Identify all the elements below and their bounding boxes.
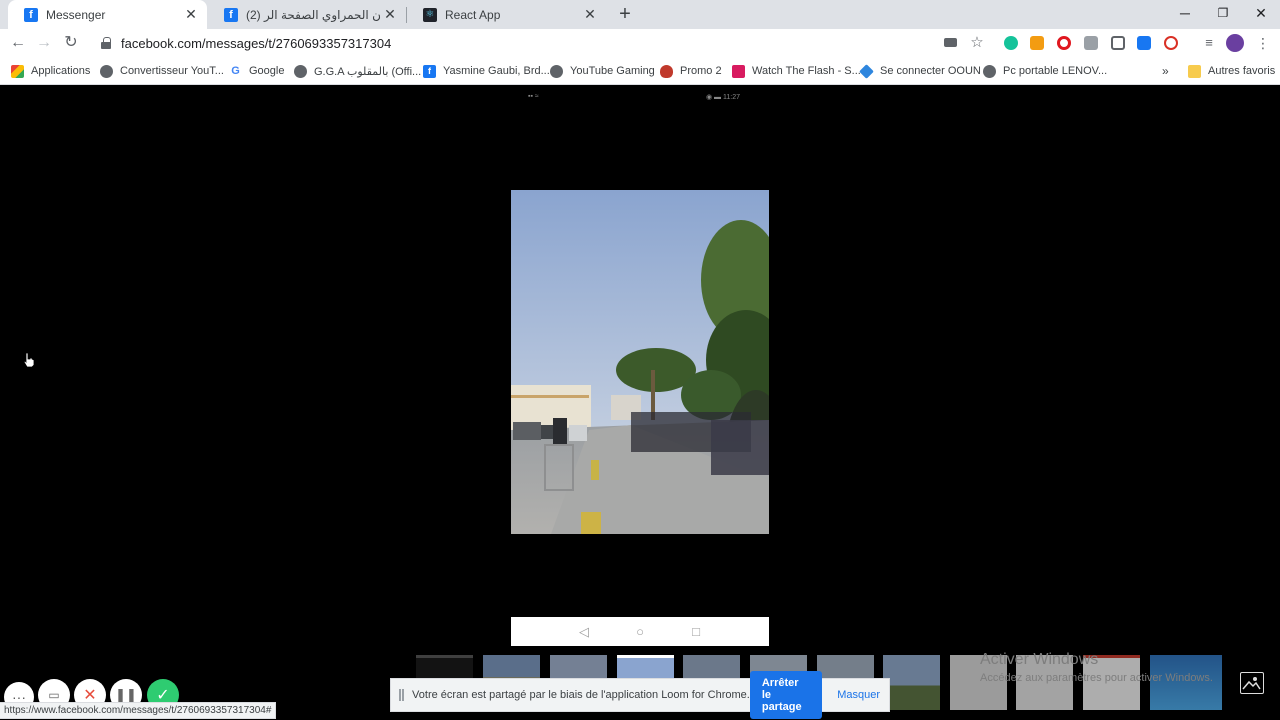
bookmark-red-icon	[732, 64, 745, 78]
stop-sharing-button[interactable]: Arrêter le partage	[749, 671, 823, 719]
tab-title: (2) محمد ريان الحمراوي الصفحة الر	[246, 7, 382, 22]
forward-button[interactable]: →	[33, 32, 55, 54]
status-url-bubble: https://www.facebook.com/messages/t/2760…	[0, 702, 277, 719]
bookmark-label: Watch The Flash - S...	[752, 65, 861, 77]
apps-grid-icon	[11, 64, 24, 78]
folder-icon	[1188, 64, 1201, 78]
close-tab-icon[interactable]: ✕	[582, 6, 598, 23]
tab-facebook-page[interactable]: f (2) محمد ريان الحمراوي الصفحة الر ✕	[208, 0, 406, 29]
bookmark-label: Yasmine Gaubi, Brd...	[443, 65, 550, 77]
phone-nav-bar: ◁ ○ □	[511, 617, 769, 646]
globe-icon	[550, 64, 563, 78]
restore-button[interactable]: ❐	[1204, 0, 1242, 29]
bookmark-oun[interactable]: Se connecter OOUN	[859, 62, 981, 80]
phone-time: 11:27	[723, 94, 740, 101]
bookmark-youtube-gaming[interactable]: YouTube Gaming	[550, 62, 655, 80]
bookmark-google[interactable]: G Google	[229, 62, 284, 80]
street-photo-image	[511, 190, 769, 534]
bookmark-lenovo[interactable]: Pc portable LENOV...	[983, 62, 1107, 80]
lock-icon	[101, 37, 111, 49]
bookmark-label: Convertisseur YouT...	[120, 65, 224, 77]
bookmark-yasmine[interactable]: f Yasmine Gaubi, Brd...	[423, 62, 550, 80]
address-bar[interactable]: facebook.com/messages/t/2760693357317304	[92, 30, 992, 56]
tab-title: Messenger	[46, 7, 106, 22]
extension-cube-icon[interactable]	[1084, 36, 1098, 50]
media-control-icon[interactable]: ≡	[1198, 32, 1220, 54]
tab-messenger[interactable]: f Messenger ✕	[8, 0, 207, 29]
gallery-icon[interactable]	[1240, 672, 1264, 694]
menu-icon[interactable]: ⋮	[1252, 32, 1274, 54]
bookmark-label: G.G.A بالمقلوب (Offi...	[314, 65, 422, 78]
back-triangle-icon: ◁	[579, 623, 589, 639]
puzzle-icon	[859, 63, 874, 79]
url-text: facebook.com/messages/t/2760693357317304	[121, 35, 392, 51]
new-tab-button[interactable]: +	[614, 3, 636, 25]
drag-handle-icon[interactable]	[399, 689, 405, 701]
bookmark-promo2[interactable]: Promo 2	[660, 62, 722, 80]
facebook-icon: f	[224, 7, 238, 22]
thumbnail[interactable]	[883, 655, 940, 710]
bookmark-label: Promo 2	[680, 65, 722, 77]
screen-share-banner: Votre écran est partagé par le biais de …	[390, 671, 890, 719]
tab-title: React App	[445, 7, 501, 22]
globe-icon	[294, 64, 307, 78]
bookmark-label: Autres favoris	[1208, 65, 1276, 77]
minimize-button[interactable]: ─	[1166, 0, 1204, 29]
image-icon	[1242, 677, 1261, 690]
bookmark-convertisseur[interactable]: Convertisseur YouT...	[100, 62, 224, 80]
mask-icon	[660, 64, 673, 78]
camera-icon[interactable]	[944, 38, 957, 47]
shared-photo[interactable]	[511, 190, 769, 534]
globe-icon	[983, 64, 996, 78]
home-circle-icon: ○	[636, 624, 644, 639]
windows-activation-subtitle: Accédez aux paramètres pour activer Wind…	[980, 672, 1213, 684]
bookmark-gga[interactable]: G.G.A بالمقلوب (Offi...	[294, 62, 421, 80]
phone-battery-time: ◉ ▬ 11:27	[706, 94, 740, 101]
close-tab-icon[interactable]: ✕	[183, 6, 199, 23]
bookmark-label: Applications	[31, 65, 91, 77]
bookmark-label: YouTube Gaming	[570, 65, 655, 77]
globe-icon	[100, 64, 113, 78]
react-icon: ⚛	[423, 7, 437, 22]
grammarly-icon[interactable]	[1004, 36, 1018, 50]
bookmark-label: Se connecter OOUN	[880, 65, 981, 77]
close-window-button[interactable]: ✕	[1242, 0, 1280, 29]
reload-button[interactable]: ↻	[60, 32, 82, 54]
extension-window-icon[interactable]	[1111, 36, 1125, 50]
extension-key-icon[interactable]	[1030, 36, 1044, 50]
share-message: Votre écran est partagé par le biais de …	[412, 689, 750, 701]
bookmark-label: Pc portable LENOV...	[1003, 65, 1108, 77]
bookmark-label: Google	[249, 65, 285, 77]
tab-react-app[interactable]: ⚛ React App ✕	[407, 0, 606, 29]
facebook-icon: f	[24, 7, 38, 22]
other-bookmarks-folder[interactable]: Autres favoris	[1188, 62, 1275, 80]
opera-icon[interactable]	[1057, 36, 1071, 50]
phone-signal-icon: ▪▪ ≈	[528, 93, 539, 100]
avatar[interactable]	[1226, 34, 1244, 52]
browser-toolbar: ← → ↻ facebook.com/messages/t/2760693357…	[0, 29, 1280, 57]
loom-icon[interactable]	[1164, 36, 1178, 50]
bookmarks-overflow-button[interactable]: »	[1162, 62, 1169, 80]
bookmark-the-flash[interactable]: Watch The Flash - S...	[732, 62, 861, 80]
facebook-ext-icon[interactable]	[1137, 36, 1151, 50]
facebook-icon: f	[423, 64, 436, 78]
tab-strip: f Messenger ✕ f (2) محمد ريان الحمراوي ا…	[0, 0, 1280, 29]
bookmark-applications[interactable]: Applications	[11, 62, 90, 80]
back-button[interactable]: ←	[7, 32, 29, 54]
google-icon: G	[229, 64, 242, 78]
hide-banner-button[interactable]: Masquer	[830, 683, 887, 707]
windows-activation-title: Activer Windows	[980, 651, 1099, 668]
bookmarks-bar: Applications Convertisseur YouT... G Goo…	[0, 57, 1280, 85]
recent-square-icon: □	[692, 624, 700, 639]
close-tab-icon[interactable]: ✕	[382, 6, 398, 23]
star-icon[interactable]: ☆	[966, 32, 988, 54]
hand-cursor-icon	[23, 352, 35, 368]
